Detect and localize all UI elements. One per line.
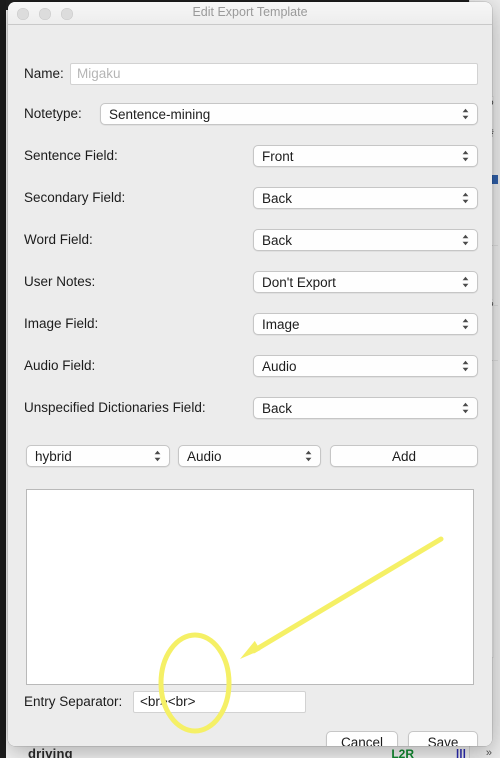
user-notes-select[interactable]: Don't Export: [253, 271, 478, 293]
chevron-updown-icon: [462, 192, 469, 204]
add-button[interactable]: Add: [330, 445, 478, 467]
edit-export-template-dialog: Edit Export Template Name: Migaku Notety…: [8, 2, 492, 746]
chevron-updown-icon: [462, 108, 469, 120]
chevron-updown-icon: [462, 318, 469, 330]
row-user-notes: User Notes: Don't Export: [8, 271, 492, 295]
audio-field-select[interactable]: Audio: [253, 355, 478, 377]
dialog-body: Name: Migaku Notetype: Sentence-mining S…: [8, 25, 492, 746]
target-field-select[interactable]: Audio: [178, 445, 321, 467]
background-bottom-badge-green: L2R: [391, 747, 414, 758]
chevron-updown-icon: [462, 234, 469, 246]
row-unspecified-dictionaries-field: Unspecified Dictionaries Field: Back: [8, 397, 492, 421]
entry-separator-label: Entry Separator:: [24, 694, 123, 709]
dialog-footer: Cancel Save: [8, 731, 492, 746]
save-button[interactable]: Save: [408, 731, 478, 746]
notetype-select-value: Sentence-mining: [109, 106, 211, 122]
name-input[interactable]: Migaku: [70, 63, 478, 85]
chevron-updown-icon: [462, 360, 469, 372]
image-field-label: Image Field:: [24, 316, 99, 331]
row-image-field: Image Field: Image: [8, 313, 492, 337]
notetype-select[interactable]: Sentence-mining: [100, 103, 478, 125]
window-titlebar[interactable]: Edit Export Template: [8, 2, 492, 25]
word-field-select[interactable]: Back: [253, 229, 478, 251]
screenshot-root: つ き リ あ driving L2R ||| » Edit Export Te…: [0, 0, 500, 758]
dictionary-select[interactable]: hybrid: [26, 445, 170, 467]
background-bottom-chevron: »: [485, 747, 492, 758]
notetype-label: Notetype:: [24, 106, 82, 121]
sentence-field-label: Sentence Field:: [24, 148, 118, 163]
unspecified-dictionaries-field-label: Unspecified Dictionaries Field:: [24, 400, 206, 415]
row-entry-separator: Entry Separator: <br><br>: [8, 691, 492, 715]
row-secondary-field: Secondary Field: Back: [8, 187, 492, 211]
template-preview-area[interactable]: [26, 489, 474, 685]
unspecified-dictionaries-field-value: Back: [262, 400, 293, 416]
save-button-label: Save: [427, 734, 459, 747]
entry-separator-input[interactable]: <br><br>: [133, 691, 306, 713]
row-word-field: Word Field: Back: [8, 229, 492, 253]
sentence-field-value: Front: [262, 148, 294, 164]
secondary-field-value: Back: [262, 190, 293, 206]
row-add-dictionary: hybrid Audio Add: [8, 445, 492, 469]
chevron-updown-icon: [154, 450, 161, 462]
background-bottom-word: driving: [28, 746, 73, 758]
row-name: Name: Migaku: [8, 63, 492, 87]
image-field-select[interactable]: Image: [253, 313, 478, 335]
row-notetype: Notetype: Sentence-mining: [8, 103, 492, 127]
chevron-updown-icon: [462, 402, 469, 414]
cancel-button[interactable]: Cancel: [326, 731, 398, 746]
row-sentence-field: Sentence Field: Front: [8, 145, 492, 169]
target-field-select-value: Audio: [187, 448, 222, 464]
chevron-updown-icon: [305, 450, 312, 462]
word-field-label: Word Field:: [24, 232, 93, 247]
dictionary-select-value: hybrid: [35, 448, 72, 464]
chevron-updown-icon: [462, 276, 469, 288]
window-title: Edit Export Template: [192, 5, 308, 19]
secondary-field-label: Secondary Field:: [24, 190, 126, 205]
add-button-label: Add: [391, 448, 417, 464]
audio-field-label: Audio Field:: [24, 358, 96, 373]
image-field-value: Image: [262, 316, 300, 332]
audio-field-value: Audio: [262, 358, 297, 374]
unspecified-dictionaries-field-select[interactable]: Back: [253, 397, 478, 419]
chevron-updown-icon: [462, 150, 469, 162]
user-notes-value: Don't Export: [262, 274, 336, 290]
sentence-field-select[interactable]: Front: [253, 145, 478, 167]
background-bottom-badge-blue: |||: [455, 747, 466, 758]
cancel-button-label: Cancel: [340, 734, 384, 747]
name-label: Name:: [24, 66, 64, 81]
row-audio-field: Audio Field: Audio: [8, 355, 492, 379]
word-field-value: Back: [262, 232, 293, 248]
secondary-field-select[interactable]: Back: [253, 187, 478, 209]
user-notes-label: User Notes:: [24, 274, 96, 289]
background-left-strip: [0, 0, 6, 758]
